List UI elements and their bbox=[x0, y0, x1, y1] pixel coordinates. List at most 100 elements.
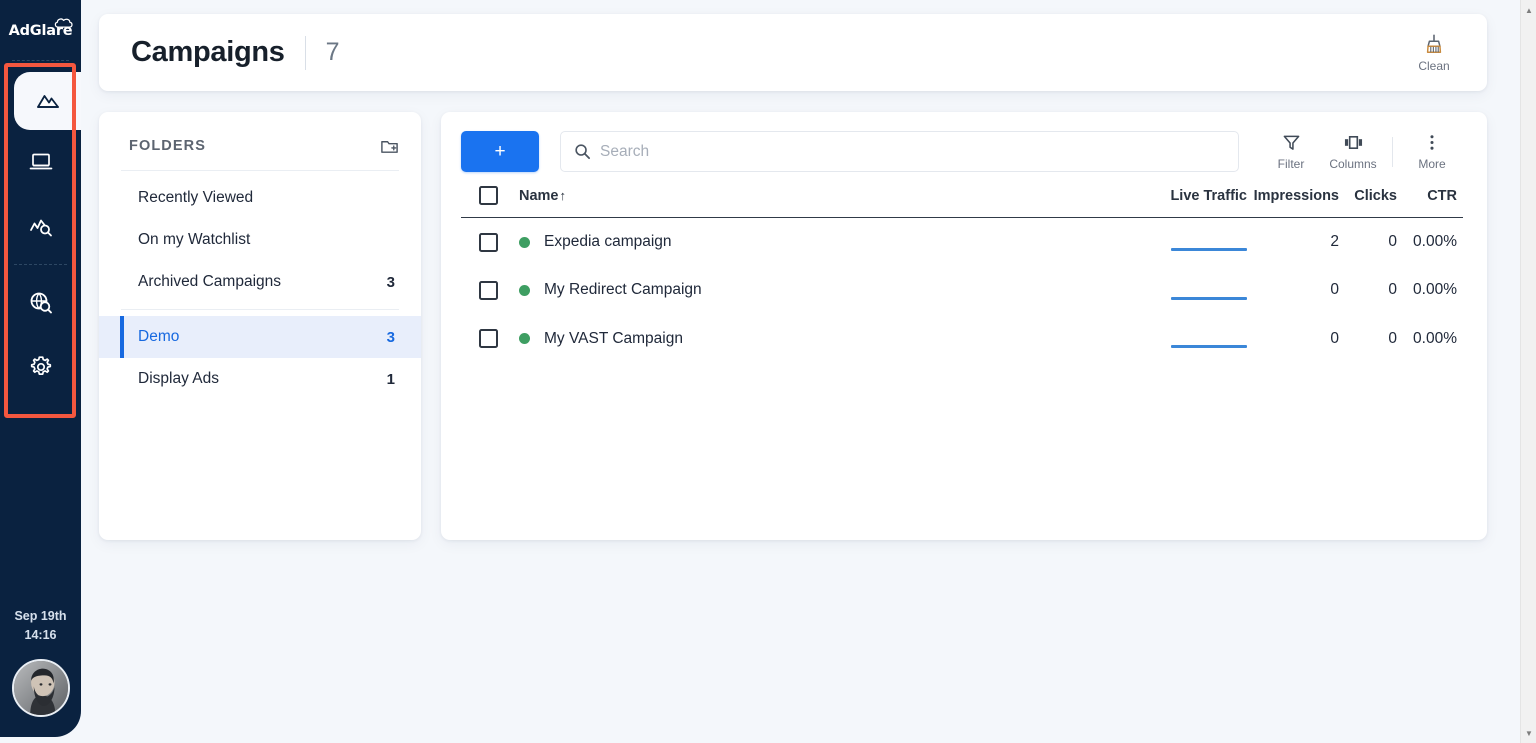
table-row[interactable]: Expedia campaign 2 0 0.00% bbox=[461, 218, 1463, 267]
column-label-name: Name bbox=[519, 187, 559, 204]
clean-label: Clean bbox=[1418, 58, 1450, 73]
sidebar-time: 14:16 bbox=[24, 628, 57, 642]
clean-button[interactable]: Clean bbox=[1403, 33, 1465, 73]
avatar[interactable] bbox=[11, 659, 70, 717]
cloud-icon bbox=[55, 18, 74, 28]
sidebar-nav bbox=[0, 72, 81, 399]
column-header-name[interactable]: Name↑ bbox=[519, 186, 1151, 218]
chart-search-icon bbox=[29, 219, 52, 237]
status-dot bbox=[519, 333, 530, 345]
row-clicks-cell: 0 bbox=[1388, 233, 1397, 250]
folder-item-recently-viewed[interactable]: Recently Viewed bbox=[99, 177, 421, 219]
row-select-cell bbox=[461, 315, 519, 364]
table-row[interactable]: My VAST Campaign 0 0 0.00% bbox=[461, 315, 1463, 364]
page-header: Campaigns 7 Clean bbox=[99, 14, 1487, 91]
folder-label: Archived Campaigns bbox=[138, 273, 282, 290]
vertical-scrollbar[interactable]: ▲ ▼ bbox=[1520, 0, 1536, 743]
more-label: More bbox=[1418, 156, 1446, 171]
sidebar-footer: Sep 19th 14:16 bbox=[0, 607, 81, 717]
live-traffic-sparkline bbox=[1171, 248, 1247, 252]
folders-divider bbox=[121, 170, 399, 171]
title-separator bbox=[304, 35, 306, 70]
select-all-header bbox=[461, 186, 519, 218]
row-checkbox[interactable] bbox=[479, 280, 498, 300]
column-header-clicks[interactable]: Clicks bbox=[1339, 186, 1397, 218]
filter-button[interactable]: Filter bbox=[1260, 133, 1322, 171]
search-box[interactable] bbox=[560, 131, 1239, 172]
folder-count: 1 bbox=[386, 370, 395, 388]
scroll-up-icon[interactable]: ▲ bbox=[1521, 2, 1536, 18]
sidebar-item-discover[interactable] bbox=[0, 271, 81, 335]
avatar-image bbox=[13, 661, 68, 715]
sidebar-divider bbox=[14, 264, 67, 265]
sidebar: AdGlare Sep 19th 14:16 bbox=[0, 0, 81, 737]
search-icon bbox=[575, 144, 591, 160]
sidebar-item-campaigns[interactable] bbox=[14, 72, 81, 130]
table-toolbar: + Filter bbox=[461, 131, 1463, 172]
funnel-icon bbox=[1283, 135, 1299, 150]
select-all-checkbox[interactable] bbox=[479, 186, 498, 205]
folders-divider-2 bbox=[121, 309, 399, 310]
row-name-cell: My VAST Campaign bbox=[519, 315, 1151, 364]
row-checkbox[interactable] bbox=[479, 329, 498, 349]
row-select-cell bbox=[461, 218, 519, 267]
campaign-name: Expedia campaign bbox=[544, 233, 672, 250]
sidebar-item-websites[interactable] bbox=[0, 130, 81, 194]
columns-icon bbox=[1344, 135, 1362, 149]
row-clicks-cell: 0 bbox=[1388, 281, 1397, 299]
folders-header: FOLDERS bbox=[99, 134, 421, 158]
row-name-cell: Expedia campaign bbox=[519, 218, 1151, 267]
table-row[interactable]: My Redirect Campaign 0 0 0.00% bbox=[461, 266, 1463, 315]
row-impressions-cell: 0 bbox=[1330, 329, 1339, 347]
broom-icon bbox=[1426, 34, 1442, 53]
scroll-down-icon[interactable]: ▼ bbox=[1521, 725, 1536, 741]
table-header-row: Name↑ Live Traffic Impressions Clicks CT… bbox=[461, 186, 1463, 218]
row-ctr-cell: 0.00% bbox=[1413, 329, 1457, 347]
live-traffic-sparkline bbox=[1171, 345, 1247, 349]
folder-item-archived-campaigns[interactable]: Archived Campaigns 3 bbox=[99, 261, 421, 303]
folder-item-display-ads[interactable]: Display Ads 1 bbox=[99, 358, 421, 400]
row-checkbox[interactable] bbox=[479, 232, 498, 252]
laptop-icon bbox=[29, 153, 52, 170]
row-live-traffic-cell bbox=[1151, 218, 1247, 267]
row-clicks-cell: 0 bbox=[1388, 329, 1397, 347]
row-impressions-cell: 0 bbox=[1330, 281, 1339, 299]
add-campaign-button[interactable]: + bbox=[461, 131, 539, 172]
sidebar-item-reports[interactable] bbox=[0, 194, 81, 258]
folders-panel: FOLDERS Recently Viewed On my Watchlist bbox=[99, 112, 421, 540]
column-header-impressions[interactable]: Impressions bbox=[1247, 186, 1339, 218]
folder-count: 3 bbox=[386, 328, 395, 346]
folder-item-on-my-watchlist[interactable]: On my Watchlist bbox=[99, 219, 421, 261]
folder-plus-icon bbox=[381, 140, 398, 153]
sidebar-logo-divider bbox=[12, 60, 69, 61]
sidebar-date: Sep 19th bbox=[14, 609, 67, 623]
columns-label: Columns bbox=[1329, 156, 1377, 171]
row-live-traffic-cell bbox=[1151, 266, 1247, 315]
columns-button[interactable]: Columns bbox=[1322, 133, 1384, 171]
folders-title: FOLDERS bbox=[129, 138, 206, 154]
campaign-count: 7 bbox=[325, 38, 340, 66]
row-live-traffic-cell bbox=[1151, 315, 1247, 364]
app-root: AdGlare Sep 19th 14:16 Campaigns 7 Clean… bbox=[0, 0, 1536, 743]
row-name-cell: My Redirect Campaign bbox=[519, 266, 1151, 315]
sidebar-item-settings[interactable] bbox=[0, 335, 81, 399]
row-select-cell bbox=[461, 266, 519, 315]
dots-vertical-icon bbox=[1430, 134, 1434, 150]
status-dot bbox=[519, 236, 530, 248]
globe-search-icon bbox=[30, 292, 52, 314]
folder-label: Demo bbox=[138, 328, 180, 345]
column-header-live-traffic[interactable]: Live Traffic bbox=[1151, 186, 1247, 218]
column-header-ctr[interactable]: CTR bbox=[1397, 186, 1463, 218]
brand-logo[interactable]: AdGlare bbox=[0, 0, 81, 56]
folder-item-demo[interactable]: Demo 3 bbox=[99, 316, 421, 358]
main-content: Campaigns 7 Clean FOLDERS Recently Viewe… bbox=[81, 0, 1505, 743]
campaign-name: My Redirect Campaign bbox=[544, 281, 702, 299]
campaigns-panel: + Filter bbox=[441, 112, 1487, 540]
mountains-icon bbox=[36, 95, 59, 108]
add-folder-button[interactable] bbox=[380, 137, 399, 156]
gear-icon bbox=[30, 356, 51, 375]
search-input[interactable] bbox=[600, 142, 1225, 161]
more-button[interactable]: More bbox=[1401, 133, 1463, 171]
sort-arrow-icon: ↑ bbox=[559, 187, 567, 203]
page-right-gutter bbox=[1505, 0, 1520, 743]
